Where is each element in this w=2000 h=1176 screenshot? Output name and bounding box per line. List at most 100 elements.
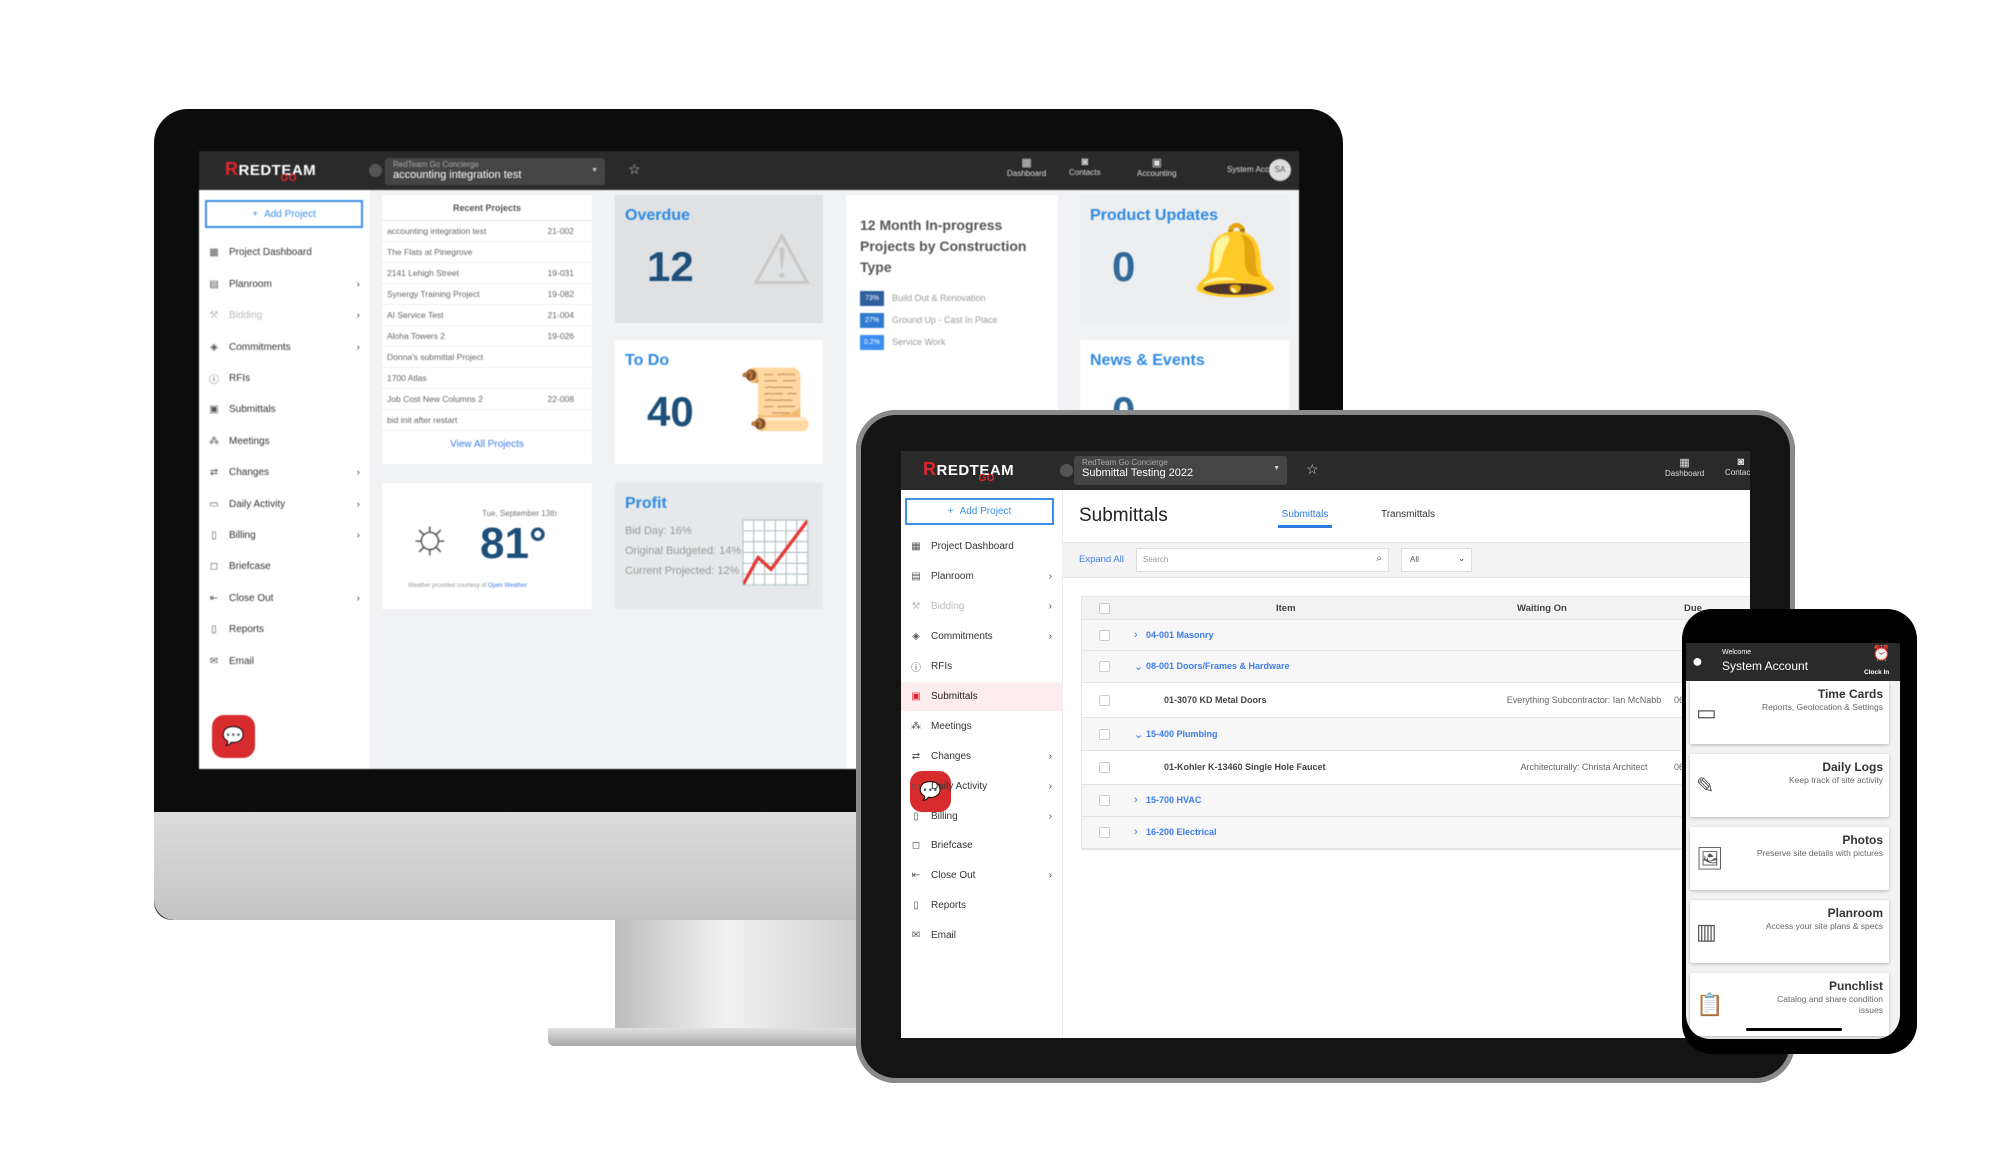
sidebar-item-bidding[interactable]: ⚒ Bidding ›	[901, 592, 1062, 622]
recent-project-row[interactable]: Job Cost New Columns 2 22-008	[382, 389, 592, 410]
chevron-right-icon[interactable]: ›	[1134, 794, 1138, 806]
group-label[interactable]: 15-700 HVAC	[1146, 795, 1201, 805]
sidebar-item-bidding[interactable]: ⚒ Bidding ›	[199, 300, 370, 331]
back-button[interactable]	[1060, 464, 1073, 477]
group-row[interactable]: ⌄ 15-400 Plumbing	[1082, 718, 1750, 751]
open-weather-link[interactable]: Open Weather	[488, 583, 527, 589]
chevron-down-icon[interactable]: ⌄	[1134, 728, 1143, 741]
nav-contacts[interactable]: ◙Contacts	[1725, 456, 1750, 477]
sidebar-item-planroom[interactable]: ▤ Planroom ›	[199, 269, 370, 300]
recent-project-row[interactable]: bid init after restart	[382, 410, 592, 431]
alarm-clock-icon[interactable]: ⏰	[1872, 644, 1891, 662]
row-checkbox[interactable]	[1099, 762, 1110, 773]
item-label[interactable]: 01-Kohler K-13460 Single Hole Faucet	[1164, 762, 1326, 772]
group-row[interactable]: › 16-200 Electrical	[1082, 817, 1750, 849]
sidebar-item-close-out[interactable]: ⇤ Close Out ›	[901, 861, 1062, 891]
sidebar-item-meetings[interactable]: ⁂ Meetings	[901, 711, 1062, 741]
recent-project-row[interactable]: 1700 Atlas	[382, 368, 592, 389]
expand-all-button[interactable]: Expand All	[1079, 554, 1124, 565]
sidebar-item-rfis[interactable]: ⓘ RFIs	[199, 363, 370, 394]
add-project-button[interactable]: + Add Project	[905, 498, 1054, 525]
avatar[interactable]: SA	[1269, 159, 1291, 181]
chevron-down-icon[interactable]: ⌄	[1134, 660, 1143, 673]
group-label[interactable]: 08-001 Doors/Frames & Hardware	[1146, 661, 1290, 671]
feature-card-planroom[interactable]: ▥ Planroom Access your site plans & specs	[1690, 900, 1889, 963]
row-checkbox[interactable]	[1099, 827, 1110, 838]
sidebar-item-project-dashboard[interactable]: ▦ Project Dashboard	[199, 237, 370, 268]
sidebar-item-email[interactable]: ✉ Email	[199, 646, 370, 677]
profit-card[interactable]: Profit 📈 Bid Day: 16% Original Budgeted: …	[615, 483, 823, 609]
row-checkbox[interactable]	[1099, 694, 1110, 706]
nav-accounting[interactable]: ▣ Accounting	[1137, 156, 1177, 178]
table-row[interactable]: 01-3070 KD Metal Doors Everything Subcont…	[1082, 683, 1750, 718]
sidebar-item-briefcase[interactable]: ◻ Briefcase	[199, 551, 370, 582]
feature-card-photos[interactable]: 🖼 Photos Preserve site details with pictur…	[1690, 827, 1889, 890]
chat-button[interactable]: 💬	[212, 715, 255, 758]
row-checkbox[interactable]	[1099, 728, 1110, 740]
group-row[interactable]: › 04-001 Masonry	[1082, 620, 1750, 651]
tab-transmittals[interactable]: Transmittals	[1378, 509, 1438, 525]
sidebar-item-briefcase[interactable]: ◻ Briefcase	[901, 831, 1062, 861]
status-filter-select[interactable]: All ⌄	[1401, 548, 1472, 572]
product-updates-card[interactable]: Product Updates 0 🔔	[1080, 195, 1289, 323]
feature-card-daily-logs[interactable]: ✎ Daily Logs Keep track of site activity	[1690, 754, 1889, 817]
star-icon[interactable]: ☆	[628, 161, 641, 178]
star-icon[interactable]: ☆	[1306, 461, 1319, 478]
chevron-right-icon[interactable]: ›	[1134, 826, 1138, 838]
sidebar-item-commitments[interactable]: ◈ Commitments ›	[199, 332, 370, 363]
nav-dashboard[interactable]: ▦ Dashboard	[1007, 156, 1046, 178]
add-project-button[interactable]: + Add Project	[205, 200, 363, 228]
sidebar-item-email[interactable]: ✉ Email	[901, 921, 1062, 951]
item-label[interactable]: 01-3070 KD Metal Doors	[1164, 695, 1267, 705]
sidebar-item-changes[interactable]: ⇄ Changes ›	[199, 457, 370, 488]
row-checkbox[interactable]	[1099, 661, 1110, 672]
clock-in-button[interactable]: Clock In	[1864, 669, 1889, 676]
overdue-card[interactable]: Overdue 12 ⚠	[615, 195, 823, 323]
row-checkbox[interactable]	[1099, 795, 1110, 806]
sidebar-item-submittals[interactable]: ▣ Submittals	[199, 394, 370, 425]
recent-project-row[interactable]: Synergy Training Project 19-082	[382, 284, 592, 305]
sidebar-item-planroom[interactable]: ▤ Planroom ›	[901, 562, 1062, 592]
group-label[interactable]: 04-001 Masonry	[1146, 630, 1214, 640]
sidebar-item-label: Close Out	[229, 592, 274, 604]
project-selector[interactable]: RedTeam Go Concierge Submittal Testing 20…	[1074, 456, 1287, 485]
group-label[interactable]: 16-200 Electrical	[1146, 827, 1217, 837]
group-label[interactable]: 15-400 Plumbing	[1146, 729, 1218, 739]
tab-submittals[interactable]: Submittals	[1278, 509, 1332, 528]
group-row[interactable]: › 15-700 HVAC	[1082, 785, 1750, 817]
feature-card-time-cards[interactable]: ▭ Time Cards Reports, Geolocation & Settin…	[1690, 681, 1889, 744]
nav-dashboard[interactable]: ▦ Dashboard	[1665, 456, 1704, 478]
sidebar-item-meetings[interactable]: ⁂ Meetings	[199, 426, 370, 457]
sidebar-item-billing[interactable]: ▯ Billing ›	[901, 801, 1062, 831]
feature-card-punchlist[interactable]: 📋 Punchlist Catalog and share condition is…	[1690, 973, 1889, 1036]
recent-project-row[interactable]: accounting integration test 21-002	[382, 221, 592, 242]
row-checkbox[interactable]	[1099, 629, 1110, 641]
sidebar-item-rfis[interactable]: ⓘ RFIs	[901, 652, 1062, 682]
view-all-projects-link[interactable]: View All Projects	[382, 439, 592, 450]
recent-project-row[interactable]: 2141 Lehigh Street 19-031	[382, 263, 592, 284]
recent-project-row[interactable]: Donna's submittal Project	[382, 347, 592, 368]
sidebar-item-commitments[interactable]: ◈ Commitments ›	[901, 622, 1062, 652]
sidebar-item-daily-activity[interactable]: ▭ Daily Activity ›	[199, 489, 370, 520]
search-input[interactable]: Search ⌕	[1136, 548, 1389, 572]
table-row[interactable]: 01-Kohler K-13460 Single Hole Faucet Arch…	[1082, 751, 1750, 785]
sidebar-item-changes[interactable]: ⇄ Changes ›	[901, 741, 1062, 771]
sidebar-item-project-dashboard[interactable]: ▦ Project Dashboard	[901, 532, 1062, 562]
chevron-right-icon[interactable]: ›	[1134, 629, 1138, 641]
sidebar-item-reports[interactable]: ▯ Reports	[901, 891, 1062, 921]
select-all-checkbox[interactable]	[1099, 603, 1110, 614]
recent-project-row[interactable]: Aloha Towers 2 19-026	[382, 326, 592, 347]
back-button[interactable]	[369, 164, 382, 177]
sidebar-item-reports[interactable]: ▯ Reports	[199, 614, 370, 645]
recent-project-row[interactable]: AI Service Test 21-004	[382, 305, 592, 326]
group-row[interactable]: ⌄ 08-001 Doors/Frames & Hardware	[1082, 651, 1750, 683]
nav-contacts[interactable]: ◙Contacts	[1069, 156, 1101, 177]
sidebar-item-billing[interactable]: ▯ Billing ›	[199, 520, 370, 551]
sidebar-item-close-out[interactable]: ⇤ Close Out ›	[199, 583, 370, 614]
project-selector[interactable]: RedTeam Go Concierge accounting integrati…	[385, 158, 605, 185]
sidebar-item-daily-activity[interactable]: ▭ Daily Activity ›	[901, 771, 1062, 801]
home-indicator[interactable]	[1746, 1028, 1842, 1031]
todo-card[interactable]: To Do 40 📜	[615, 340, 823, 464]
sidebar-item-submittals[interactable]: ▣ Submittals	[901, 681, 1062, 712]
recent-project-row[interactable]: The Flats at Pinegrove	[382, 242, 592, 263]
